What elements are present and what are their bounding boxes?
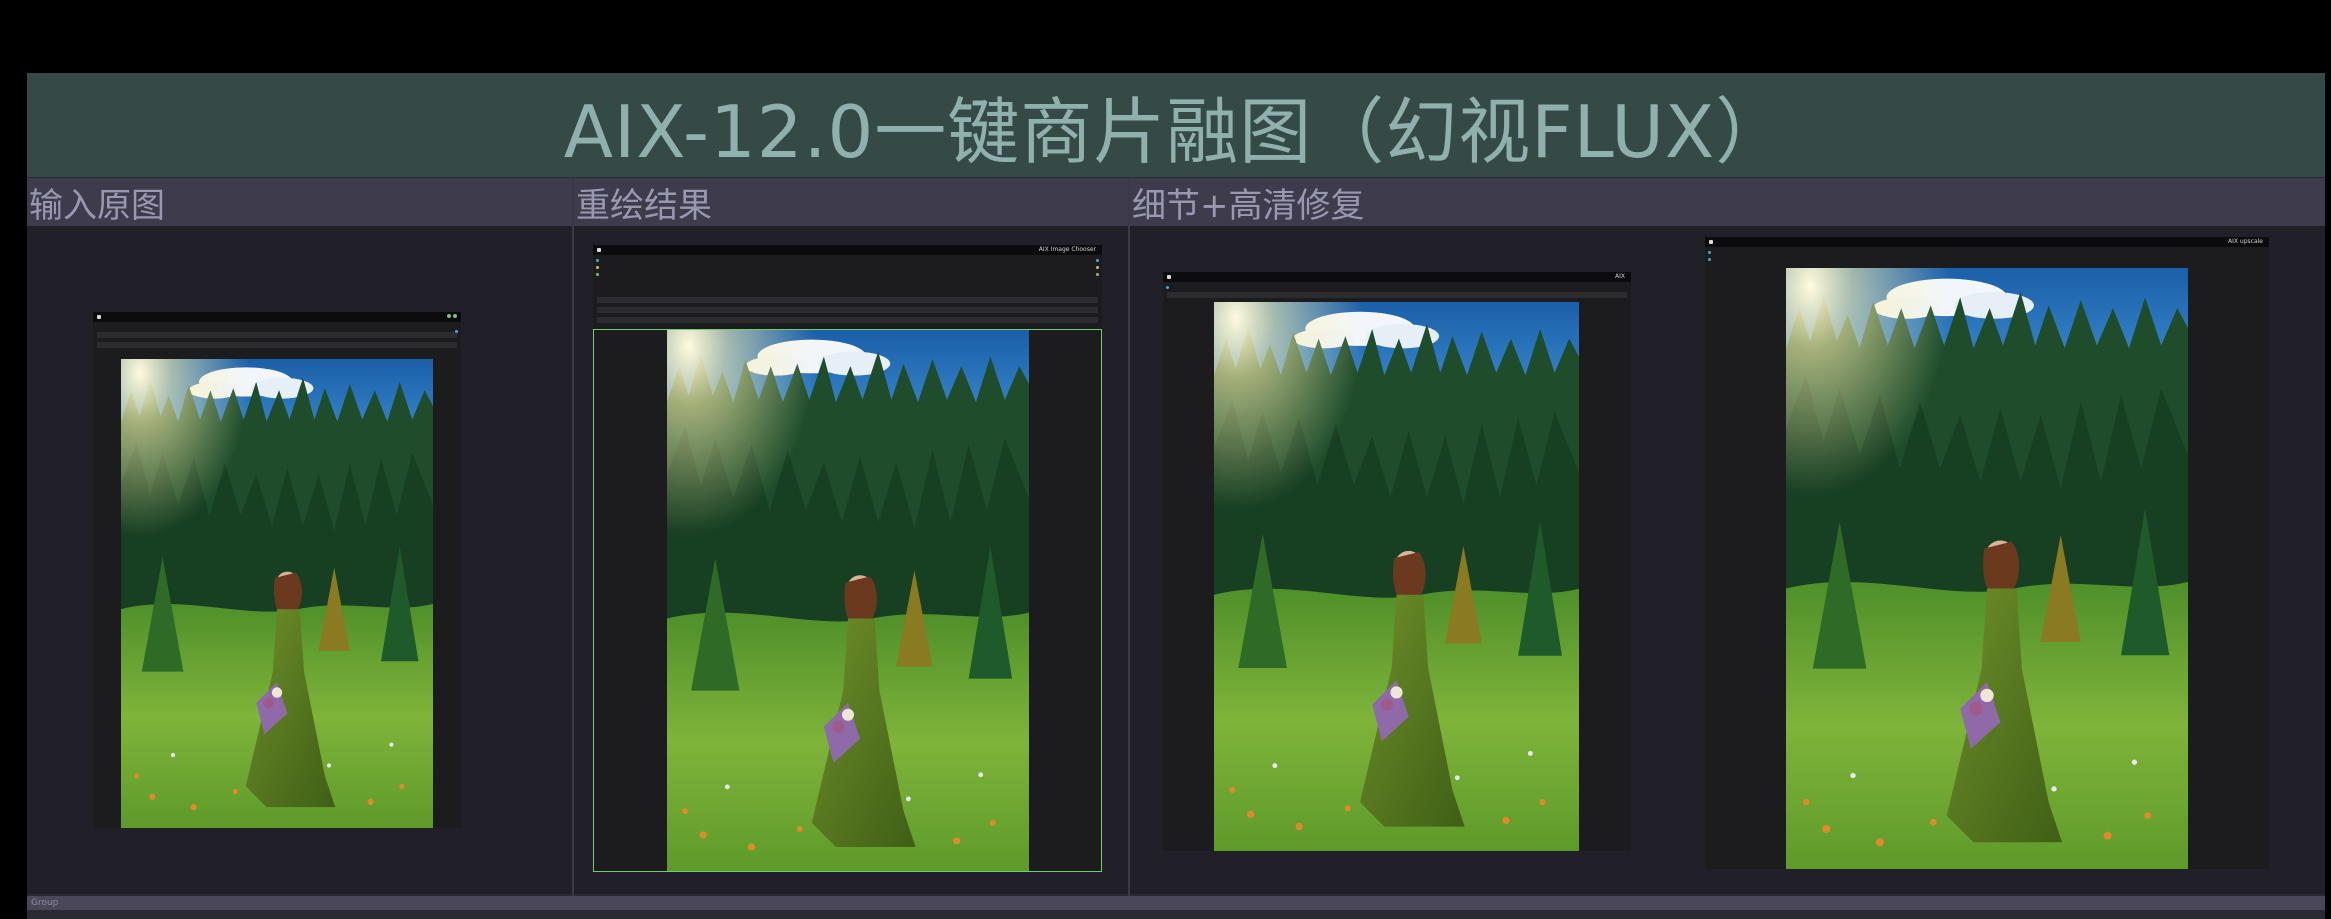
section-input-header: 输入原图 bbox=[27, 178, 572, 226]
page-title: AIX-12.0一键商片融图（幻视FLUX） bbox=[27, 73, 2325, 177]
section-redraw-header: 重绘结果 bbox=[574, 178, 1128, 226]
node-widget-row[interactable] bbox=[1167, 292, 1627, 298]
collapse-dot-icon[interactable] bbox=[97, 315, 101, 319]
redraw-result-node[interactable]: AIX Image Chooser bbox=[593, 245, 1102, 872]
collapse-dot-icon[interactable] bbox=[1167, 275, 1171, 279]
node-input-slots[interactable] bbox=[1166, 286, 1169, 289]
node-output-slots[interactable] bbox=[455, 330, 458, 333]
upscale-image-preview bbox=[1786, 268, 2188, 869]
group-footer: Group bbox=[27, 896, 2325, 910]
input-image-preview bbox=[121, 359, 433, 828]
node-header[interactable] bbox=[93, 312, 461, 322]
input-image-node[interactable] bbox=[93, 312, 461, 828]
node-status-icons bbox=[447, 314, 457, 318]
node-widget-row[interactable] bbox=[97, 342, 457, 348]
node-input-slots[interactable] bbox=[596, 259, 599, 276]
node-header[interactable]: AIX Image Chooser bbox=[593, 245, 1102, 255]
node-title: AIX upscale bbox=[2228, 238, 2263, 245]
node-header[interactable]: AIX bbox=[1163, 272, 1631, 282]
detail-image-preview bbox=[1214, 302, 1579, 851]
collapse-dot-icon[interactable] bbox=[597, 248, 601, 252]
node-header[interactable]: AIX upscale bbox=[1705, 237, 2269, 247]
collapse-dot-icon[interactable] bbox=[1709, 240, 1713, 244]
node-title: AIX bbox=[1615, 273, 1625, 280]
node-widget-row[interactable] bbox=[97, 332, 457, 338]
node-title: AIX Image Chooser bbox=[1038, 246, 1096, 253]
redraw-image-preview bbox=[667, 330, 1029, 871]
node-output-slots[interactable] bbox=[1096, 259, 1099, 276]
section-detail-header: 细节+高清修复 bbox=[1130, 178, 2325, 226]
upscale-node[interactable]: AIX upscale bbox=[1705, 237, 2269, 869]
node-widget-row[interactable] bbox=[597, 297, 1098, 303]
detail-fix-node[interactable]: AIX bbox=[1163, 272, 1631, 851]
node-widget-row[interactable] bbox=[597, 317, 1098, 323]
node-input-slots[interactable] bbox=[1708, 251, 1711, 261]
node-widget-row[interactable] bbox=[597, 307, 1098, 313]
selected-image-frame[interactable] bbox=[593, 329, 1102, 872]
